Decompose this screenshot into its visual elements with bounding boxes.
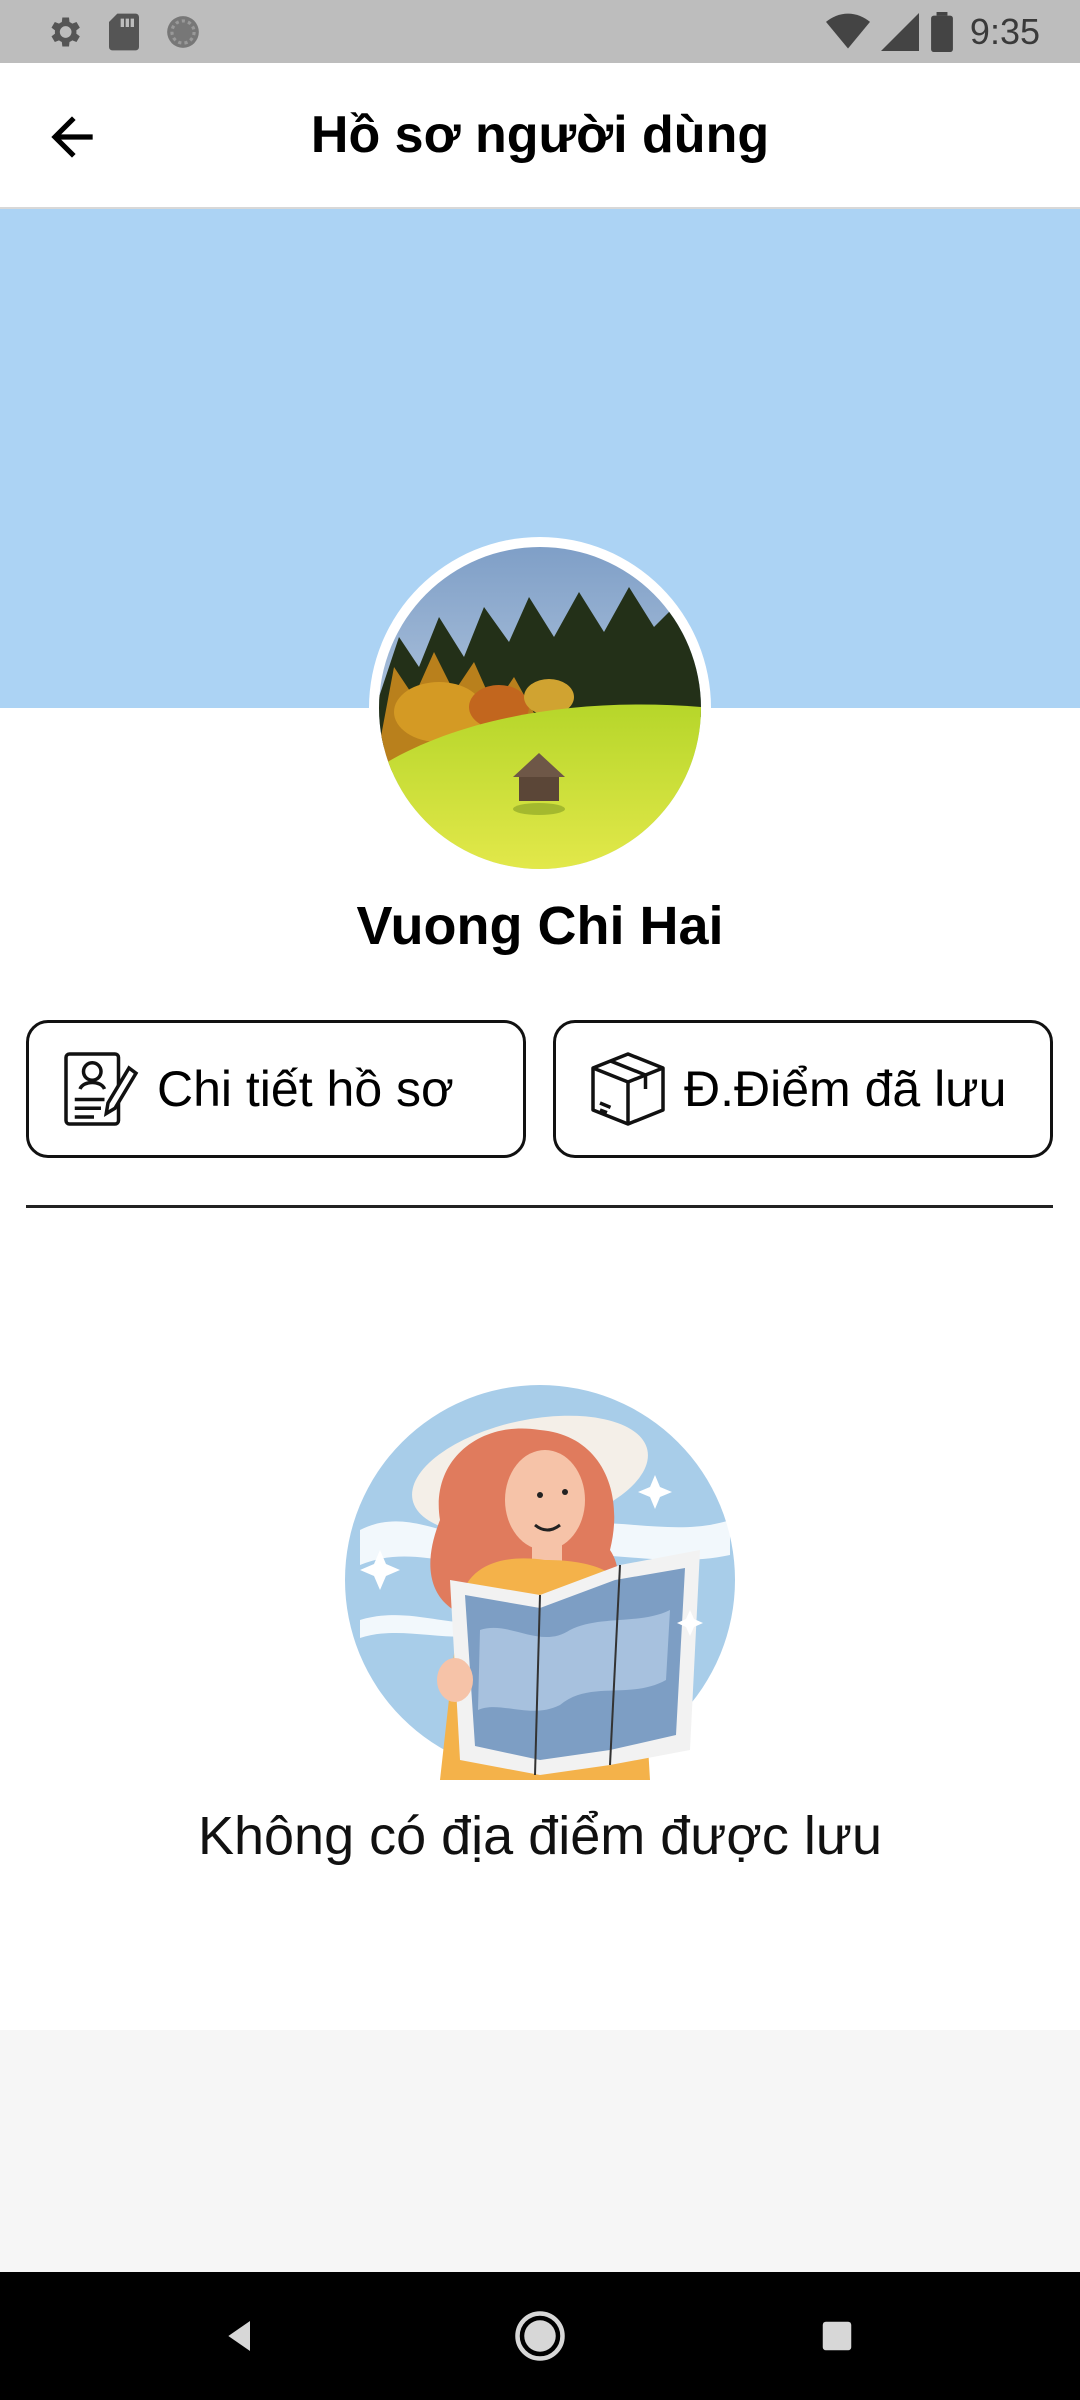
box-icon: [591, 1052, 665, 1126]
cellular-signal-icon: [880, 13, 919, 51]
app-bar: Hồ sơ người dùng: [0, 63, 1080, 209]
back-button[interactable]: [30, 95, 114, 179]
wifi-icon: [825, 13, 870, 49]
recents-square-icon: [822, 2321, 852, 2351]
profile-details-label: Chi tiết hồ sơ: [157, 1061, 454, 1117]
circle-status-icon: [167, 16, 199, 48]
avatar[interactable]: [379, 547, 701, 869]
nav-recents-button[interactable]: [801, 2300, 873, 2372]
status-left-icons: [44, 10, 202, 54]
empty-state-illustration: [340, 1380, 740, 1780]
status-time: 9:35: [969, 11, 1040, 52]
bottom-area: [0, 2030, 1080, 2272]
profile-document-icon: [64, 1052, 139, 1126]
saved-places-button[interactable]: Đ.Điểm đã lưu: [553, 1020, 1053, 1158]
empty-state-message: Không có địa điểm được lưu: [197, 1806, 883, 1866]
back-triangle-icon: [228, 2321, 250, 2351]
saved-places-label: Đ.Điểm đã lưu: [684, 1061, 1007, 1117]
user-name: Vuong Chi Hai: [356, 896, 724, 956]
profile-details-button[interactable]: Chi tiết hồ sơ: [26, 1020, 526, 1158]
battery-icon: [931, 12, 953, 52]
nav-back-button[interactable]: [204, 2300, 276, 2372]
sd-card-icon: [109, 13, 139, 51]
avatar-landscape-image: [379, 547, 701, 869]
arrow-left-icon: [51, 116, 93, 158]
page-title: Hồ sơ người dùng: [310, 106, 770, 164]
settings-icon: [51, 17, 80, 47]
status-right-icons: 9:35: [825, 8, 1040, 56]
tab-divider: [26, 1205, 1053, 1208]
nav-home-button[interactable]: [504, 2300, 576, 2372]
home-circle-icon: [515, 2311, 565, 2361]
